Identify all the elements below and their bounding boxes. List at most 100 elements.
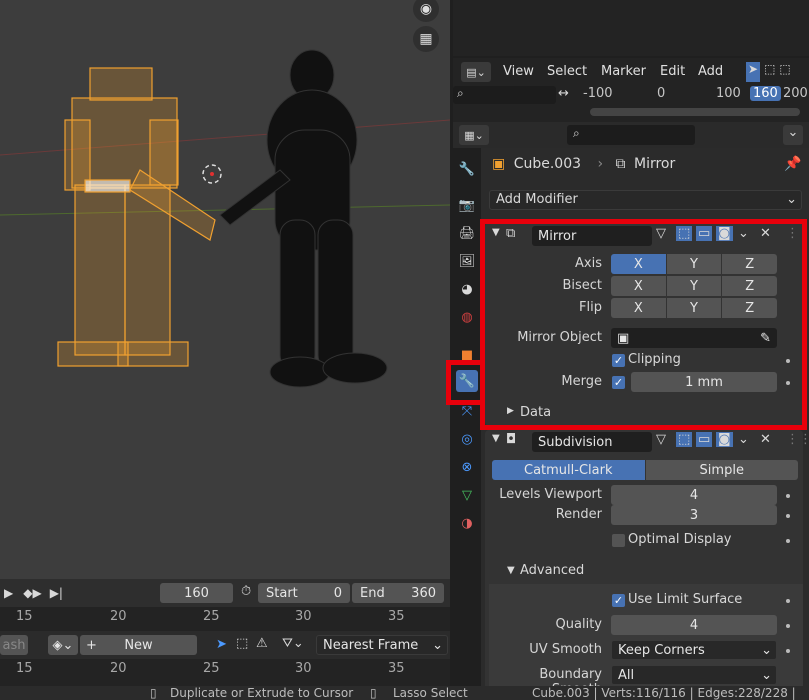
keyframe-dot[interactable] [786,514,790,518]
quality-label: Quality [555,617,602,632]
menu-marker[interactable]: Marker [601,64,646,79]
keyframe-dot[interactable] [786,649,790,653]
view-layer-tab-icon[interactable]: 🖼 [456,250,478,272]
ruler-tick: 200 [783,86,808,101]
mouse-icon: ▯ [370,686,377,700]
optimal-display-checkbox[interactable] [612,534,625,547]
advanced-subpanel[interactable]: Advanced [520,563,584,578]
options-dropdown[interactable]: ⌄ [783,125,803,145]
edit-mode-icon[interactable]: ▽ [656,432,666,447]
catmull-clark-tab[interactable]: Catmull-Clark [492,460,645,480]
object-icon: ▣ [492,156,506,172]
menu-add[interactable]: Add [698,64,723,79]
ruler-tick: 30 [295,661,312,676]
levels-viewport-field[interactable]: 4 [611,485,777,505]
filter-icon[interactable]: ⛛⌄ [282,636,304,651]
search-icon: ⌕ [573,126,580,140]
viewport-display-icon[interactable]: ▭ [696,432,713,447]
keyframe-dot[interactable] [786,624,790,628]
material-tab-icon[interactable]: ◑ [456,512,478,534]
start-frame-field[interactable]: Start 0 [258,583,350,603]
chevron-right-icon: › [597,156,604,172]
quality-field[interactable]: 4 [611,615,777,635]
menu-select[interactable]: Select [547,64,587,79]
pin-icon[interactable]: 📌 [784,156,801,172]
keyframe-dot[interactable] [786,539,790,543]
ruler-tick: 15 [16,661,33,676]
jump-end-icon[interactable]: ▶| [50,586,63,600]
modifier-name-field[interactable]: Subdivision [532,432,652,452]
outliner-area[interactable] [453,0,809,56]
3d-viewport[interactable]: ◉ ▦ [0,0,450,579]
current-frame-field[interactable]: 160 [160,583,233,603]
keyframe-dot[interactable] [786,599,790,603]
close-icon[interactable]: ✕ [760,432,771,447]
subdivision-header: ▼ ◘ Subdivision ▽ ⬚ ▭ ◙ ⌄ ✕ ⋮⋮ [492,432,809,452]
add-modifier-dropdown[interactable]: Add Modifier ⌄ [489,190,802,210]
timeline-ruler-top[interactable]: 15 20 25 30 35 [0,607,450,631]
circle-select-icon[interactable]: ⬚ [779,62,790,82]
box-select-icon[interactable]: ⬚ [236,636,248,651]
search-icon: ⌕ [457,86,464,100]
play-icon[interactable]: ▶ [4,586,13,600]
ruler-tick: 35 [388,661,405,676]
select-cursor-icon[interactable]: ➤ [746,62,761,82]
cage-icon[interactable]: ⬚ [676,432,693,447]
use-limit-surface-checkbox[interactable]: ✓ [612,594,625,607]
menu-view[interactable]: View [503,64,534,79]
levels-viewport-label: Levels Viewport [499,487,602,502]
select-cursor-icon[interactable]: ➤ [216,637,227,652]
timeline-ruler-bottom[interactable]: 15 20 25 30 35 [0,659,450,683]
stopwatch-icon[interactable]: ⏱ [241,584,251,599]
physics-tab-icon[interactable]: ◎ [456,428,478,450]
boundary-smooth-dropdown[interactable]: All ⌄ [611,665,777,685]
output-tab-icon[interactable]: 🖨 [456,222,478,244]
ruler-tick: 30 [295,609,312,624]
end-frame-field[interactable]: End 360 [352,583,444,603]
render-icon[interactable]: ◙ [716,432,733,447]
data-tab-icon[interactable]: ▽ [456,484,478,506]
ruler-tick: 35 [388,609,405,624]
warning-icon[interactable]: ⚠ [256,636,268,651]
render-levels-field[interactable]: 3 [611,505,777,525]
scene-tab-icon[interactable]: ◕ [456,278,478,300]
simple-tab[interactable]: Simple [645,460,798,480]
snap-mode-dropdown[interactable]: Nearest Frame ⌄ [316,635,448,655]
render-tab-icon[interactable]: 📷 [456,194,478,216]
tool-tab-icon[interactable]: 🔧 [456,158,478,180]
editor-type-dropdown[interactable]: ▦⌄ [459,125,489,145]
new-action-button[interactable]: + New [80,635,197,655]
ortho-grid-icon[interactable]: ▦ [413,26,439,52]
dopesheet-search-input[interactable]: ⌕ [453,86,556,104]
keyframe-type-dropdown[interactable]: ◈⌄ [48,635,78,655]
add-modifier-label: Add Modifier [496,192,578,207]
boundary-smooth-value: All [618,667,635,683]
chevron-down-icon: ⌄ [761,642,772,658]
properties-search-input[interactable]: ⌕ [567,125,695,145]
drag-handle-icon[interactable]: ⋮⋮ [786,432,809,447]
chevron-down-icon[interactable]: ⌄ [738,432,749,447]
menu-edit[interactable]: Edit [660,64,685,79]
uv-smooth-label: UV Smooth [529,642,602,657]
editor-type-dropdown[interactable]: ▤⌄ [461,62,491,82]
ruler-tick: 25 [203,661,220,676]
dopesheet-ruler[interactable]: -100 0 100 160 200 [580,86,809,104]
collapse-triangle-icon[interactable]: ▼ [492,433,500,444]
constraints-tab-icon[interactable]: ⊗ [456,456,478,478]
chevron-down-icon: ⌄ [761,667,772,683]
dopesheet-scrollbar[interactable] [590,108,800,116]
mirror-icon: ⧉ [615,156,626,172]
swap-icon[interactable]: ↔ [558,86,569,101]
uv-smooth-dropdown[interactable]: Keep Corners ⌄ [611,640,777,660]
ruler-tick: 15 [16,609,33,624]
box-select-icon[interactable]: ⬚ [764,62,775,82]
keyframe-dot[interactable] [786,494,790,498]
world-tab-icon[interactable]: ◍ [456,306,478,328]
keying-set-field[interactable]: ash [0,635,28,655]
current-frame-marker[interactable]: 160 [750,86,781,101]
jump-keyframe-icon[interactable]: ◆▶ [23,586,41,600]
ruler-tick: 25 [203,609,220,624]
viewport-scene [0,49,450,388]
status-bar: ▯ Duplicate or Extrude to Cursor ▯ Lasso… [0,686,809,700]
collapse-triangle-icon[interactable]: ▼ [507,565,515,576]
